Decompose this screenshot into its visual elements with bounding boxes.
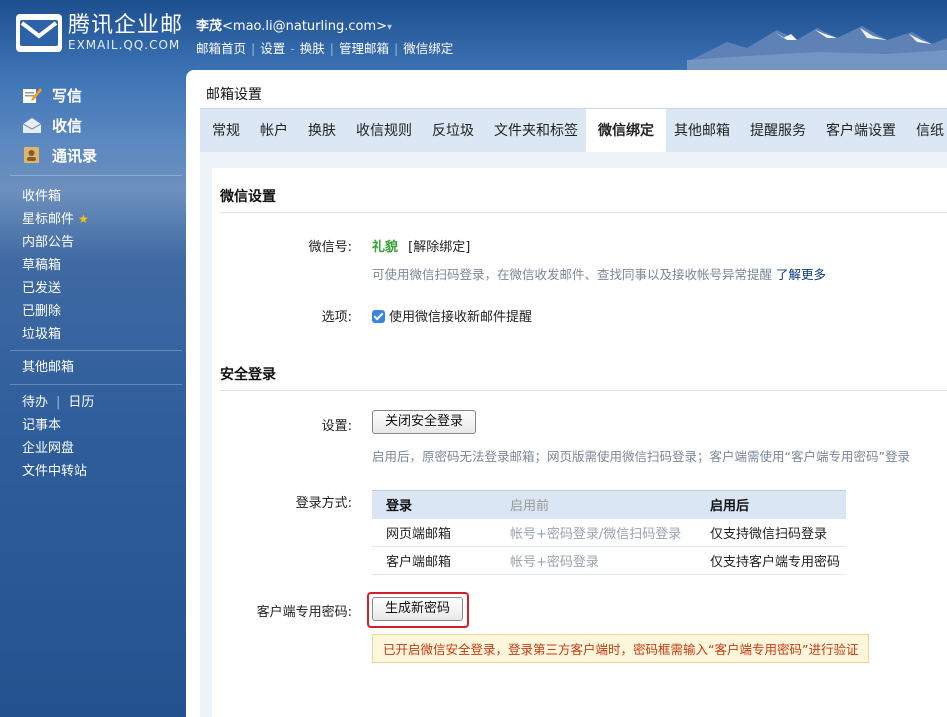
tab-wechat-bind[interactable]: 微信绑定	[586, 109, 666, 154]
contacts-icon	[22, 146, 42, 164]
sidebar-compose[interactable]: 写信	[22, 80, 97, 110]
header-mountains-image	[687, 26, 947, 70]
user-name: 李茂	[196, 19, 223, 34]
tab-antispam[interactable]: 反垃圾	[420, 109, 486, 153]
wechat-hint: 可使用微信扫码登录，在微信收发邮件、查找同事以及接收帐号异常提醒 了解更多	[372, 267, 827, 282]
tab-client-settings[interactable]: 客户端设置	[814, 109, 908, 153]
folder-list: 收件箱 星标邮件 ★ 内部公告 草稿箱 已发送 已删除 垃圾箱	[22, 185, 182, 346]
wechat-notify-option: 使用微信接收新邮件提醒	[372, 306, 532, 325]
sidebar-divider	[10, 175, 182, 176]
other-mail-section: 其他邮箱	[22, 356, 182, 379]
options-label: 选项:	[321, 310, 352, 325]
user-email: <mao.li@naturling.com>	[222, 19, 388, 34]
security-setting-label: 设置:	[321, 419, 352, 434]
folder-spam[interactable]: 垃圾箱	[22, 323, 182, 346]
table-cell: 帐号+密码登录	[496, 546, 696, 575]
table-cell: 客户端邮箱	[372, 546, 496, 575]
inbox-icon	[22, 116, 42, 134]
tab-account[interactable]: 帐户	[248, 109, 300, 153]
mail-logo-icon	[16, 14, 62, 52]
table-header: 登录	[372, 490, 496, 519]
unbind-link[interactable]: [解除绑定]	[408, 240, 470, 255]
user-info: 李茂<mao.li@naturling.com>▾ 邮箱首页 | 设置 - 换肤 | 管理邮…	[196, 15, 453, 57]
sidebar-file-transfer[interactable]: 文件中转站	[22, 460, 182, 483]
sidebar-divider	[10, 384, 182, 385]
table-row: 网页端邮箱 帐号+密码登录/微信扫码登录 仅支持微信扫码登录	[372, 518, 846, 547]
folder-announcements[interactable]: 内部公告	[22, 231, 182, 254]
sidebar-divider	[10, 350, 182, 351]
login-method-table: 登录 启用前 启用后 网页端邮箱 帐号+密码登录/微信扫码登录 仅支持微信扫码登…	[372, 490, 846, 575]
folder-drafts[interactable]: 草稿箱	[22, 254, 182, 277]
table-header: 启用前	[496, 490, 696, 519]
compose-icon	[22, 86, 42, 104]
separator: |	[329, 41, 334, 56]
folder-sent[interactable]: 已发送	[22, 277, 182, 300]
link-skin[interactable]: 换肤	[300, 41, 325, 56]
login-method-label: 登录方式:	[295, 496, 352, 511]
tools-list: 待办 | 日历 记事本 企业网盘 文件中转站	[22, 391, 182, 483]
table-cell: 仅支持微信扫码登录	[696, 518, 846, 547]
tab-folders-labels[interactable]: 文件夹和标签	[482, 109, 590, 153]
tab-mail-rules[interactable]: 收信规则	[344, 109, 424, 153]
settings-content: 微信设置 微信号: 礼貌 [解除绑定] 可使用微信扫码登录，在微信收发邮件、查找…	[200, 152, 947, 717]
brand-name: 腾讯企业邮	[68, 13, 184, 38]
separator: |	[56, 395, 61, 410]
sidebar-todo[interactable]: 待办	[22, 395, 48, 410]
separator: -	[290, 41, 295, 56]
tab-stationery[interactable]: 信纸	[904, 109, 947, 153]
separator: |	[251, 41, 256, 56]
wechat-id-row: 礼貌 [解除绑定]	[372, 236, 470, 255]
divider	[220, 212, 947, 213]
table-cell: 帐号+密码登录/微信扫码登录	[496, 518, 696, 547]
sidebar-contacts[interactable]: 通讯录	[22, 140, 97, 170]
warning-notice: 已开启微信安全登录，登录第三方客户端时，密码框需输入“客户端专用密码”进行验证	[372, 634, 870, 663]
star-icon: ★	[78, 212, 89, 226]
account-dropdown-icon[interactable]: ▾	[387, 22, 392, 33]
settings-tabs: 常规 帐户 换肤 收信规则 反垃圾 文件夹和标签 微信绑定 其他邮箱 提醒服务 …	[200, 108, 947, 154]
brand-logo[interactable]: 腾讯企业邮 EXMAIL.QQ.COM	[16, 14, 183, 52]
tools-row: 待办 | 日历	[22, 391, 182, 414]
settings-inner: 微信设置 微信号: 礼貌 [解除绑定] 可使用微信扫码登录，在微信收发邮件、查找…	[212, 168, 947, 717]
table-cell: 网页端邮箱	[372, 518, 496, 547]
brand-domain: EXMAIL.QQ.COM	[68, 38, 181, 52]
wechat-id-label: 微信号:	[308, 240, 352, 255]
top-links: 邮箱首页 | 设置 - 换肤 | 管理邮箱 | 微信绑定	[196, 38, 453, 57]
folder-inbox[interactable]: 收件箱	[22, 185, 182, 208]
sidebar-inbox[interactable]: 收信	[22, 110, 97, 140]
sidebar-other-mail[interactable]: 其他邮箱	[22, 356, 182, 379]
table-header: 启用后	[696, 490, 846, 519]
sidebar-notes[interactable]: 记事本	[22, 414, 182, 437]
close-secure-login-button[interactable]: 关闭安全登录	[372, 410, 477, 434]
tab-other-mail[interactable]: 其他邮箱	[662, 109, 742, 153]
link-settings[interactable]: 设置	[260, 41, 285, 56]
divider	[220, 390, 947, 391]
separator: |	[394, 41, 399, 56]
link-admin[interactable]: 管理邮箱	[339, 41, 389, 56]
settings-panel: 邮箱设置 常规 帐户 换肤 收信规则 反垃圾 文件夹和标签 微信绑定 其他邮箱 …	[186, 70, 947, 717]
section-title-wechat: 微信设置	[220, 189, 276, 205]
link-mailbox-home[interactable]: 邮箱首页	[196, 41, 246, 56]
security-desc: 启用后，原密码无法登录邮箱；网页版需使用微信扫码登录；客户端需使用“客户端专用密…	[372, 449, 910, 464]
tab-reminders[interactable]: 提醒服务	[738, 109, 818, 153]
wechat-nickname: 礼貌	[372, 240, 399, 255]
learn-more-link[interactable]: 了解更多	[776, 267, 826, 282]
link-wechat-bind[interactable]: 微信绑定	[403, 41, 453, 56]
sidebar-calendar[interactable]: 日历	[68, 395, 94, 410]
sidebar-netdisk[interactable]: 企业网盘	[22, 437, 182, 460]
sidebar-main-actions: 写信 收信 通讯录	[22, 80, 97, 170]
tab-skin[interactable]: 换肤	[296, 109, 348, 153]
section-title-security: 安全登录	[220, 367, 276, 383]
page-title: 邮箱设置	[206, 87, 262, 103]
folder-deleted[interactable]: 已删除	[22, 300, 182, 323]
wechat-notify-checkbox[interactable]	[372, 310, 385, 323]
table-row: 客户端邮箱 帐号+密码登录 仅支持客户端专用密码	[372, 546, 846, 575]
client-password-label: 客户端专用密码:	[256, 605, 352, 620]
table-cell: 仅支持客户端专用密码	[696, 546, 846, 575]
generate-password-button[interactable]: 生成新密码	[372, 597, 464, 621]
folder-starred[interactable]: 星标邮件 ★	[22, 208, 182, 231]
tab-general[interactable]: 常规	[200, 109, 252, 153]
